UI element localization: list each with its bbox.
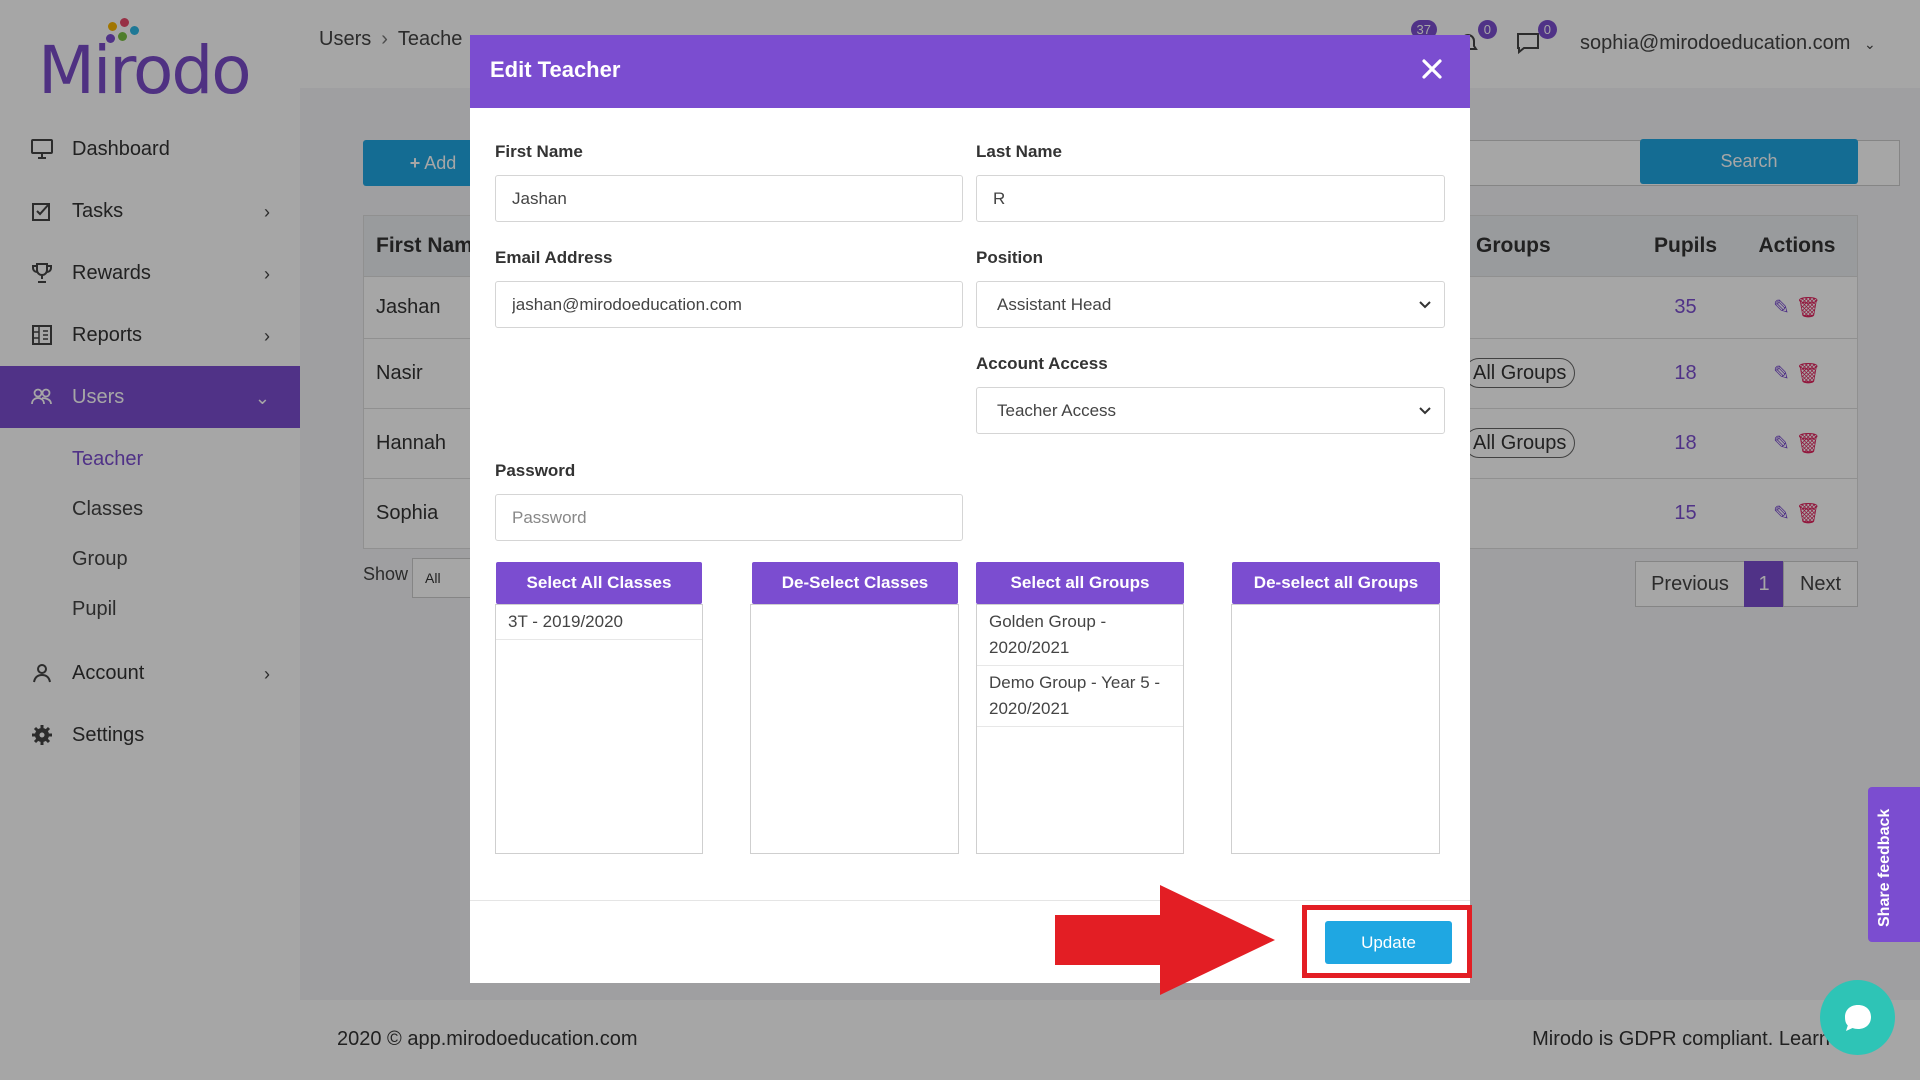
selected-classes-listbox[interactable]	[750, 604, 959, 854]
red-arrow-annotation	[1055, 885, 1275, 995]
first-name-field[interactable]	[495, 175, 963, 222]
list-item[interactable]: Demo Group - Year 5 - 2020/2021	[977, 666, 1183, 727]
password-field[interactable]	[495, 494, 963, 541]
share-feedback-tab[interactable]: Share feedback	[1868, 787, 1920, 942]
position-label: Position	[976, 248, 1044, 267]
classes-listbox[interactable]: 3T - 2019/2020	[495, 604, 703, 854]
deselect-classes-button[interactable]: De-Select Classes	[752, 562, 958, 604]
list-item[interactable]: Golden Group - 2020/2021	[977, 605, 1183, 666]
close-button[interactable]	[1412, 49, 1452, 89]
close-icon	[1422, 59, 1442, 79]
update-button[interactable]: Update	[1325, 921, 1452, 964]
selected-groups-listbox[interactable]	[1231, 604, 1440, 854]
account-access-select[interactable]: Teacher Access	[976, 387, 1445, 434]
edit-teacher-modal: Edit Teacher First Name Last Name Email …	[470, 35, 1472, 995]
password-label: Password	[495, 461, 576, 480]
select-all-groups-button[interactable]: Select all Groups	[976, 562, 1184, 604]
last-name-field[interactable]	[976, 175, 1445, 222]
groups-listbox[interactable]: Golden Group - 2020/2021 Demo Group - Ye…	[976, 604, 1184, 854]
list-item[interactable]: 3T - 2019/2020	[496, 605, 702, 640]
chat-icon	[1844, 1004, 1871, 1031]
account-access-label: Account Access	[976, 354, 1108, 373]
position-value: Assistant Head	[997, 294, 1112, 314]
account-access-value: Teacher Access	[997, 400, 1117, 420]
email-label: Email Address	[495, 248, 613, 267]
chat-launcher[interactable]	[1820, 980, 1895, 1055]
modal-header: Edit Teacher	[470, 35, 1470, 108]
feedback-label: Share feedback	[1876, 808, 1893, 927]
email-field[interactable]	[495, 281, 963, 328]
select-all-classes-button[interactable]: Select All Classes	[496, 562, 702, 604]
first-name-label: First Name	[495, 142, 583, 161]
deselect-all-groups-button[interactable]: De-select all Groups	[1232, 562, 1440, 604]
chevron-down-icon	[1418, 296, 1432, 316]
chevron-down-icon	[1418, 402, 1432, 422]
modal-footer-divider	[470, 900, 1470, 901]
modal-title: Edit Teacher	[490, 57, 621, 82]
last-name-label: Last Name	[976, 142, 1062, 161]
position-select[interactable]: Assistant Head	[976, 281, 1445, 328]
